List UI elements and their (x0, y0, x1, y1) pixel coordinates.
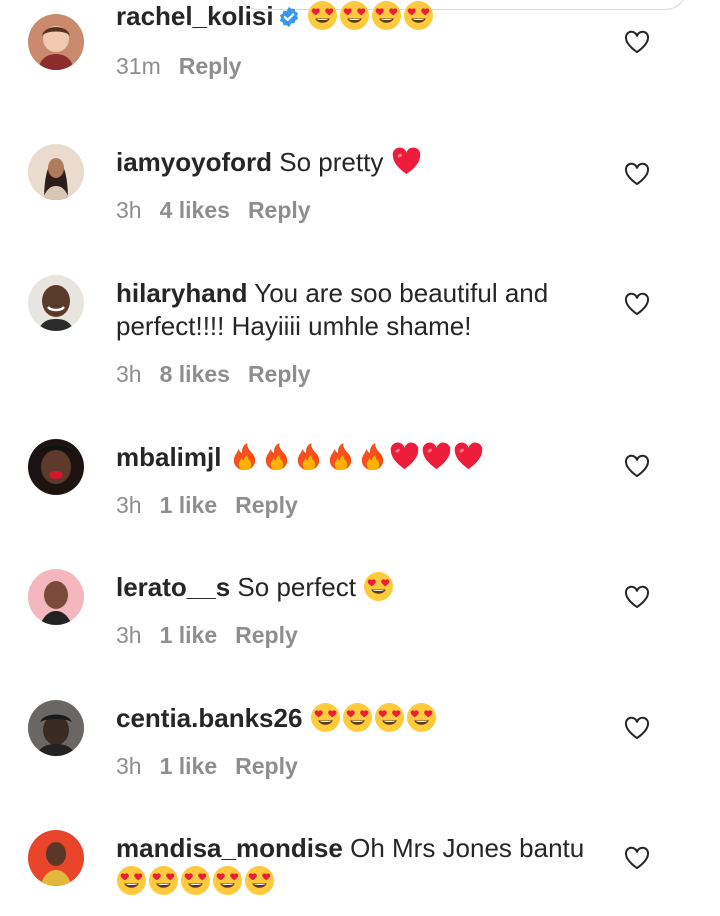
fire-emoji-icon (261, 441, 292, 472)
reply-button[interactable]: Reply (235, 622, 298, 648)
red-heart-emoji-icon (453, 441, 484, 472)
comment-username[interactable]: mandisa_mondise (116, 833, 343, 863)
like-heart-icon[interactable] (624, 585, 650, 609)
fire-emoji-icon (293, 441, 324, 472)
comments-page: rachel_kolisi 31m Reply iamyoyoford So pr… (0, 0, 720, 916)
heart-eyes-emoji-icon (310, 702, 341, 733)
comment-time: 31m (116, 53, 161, 79)
comment-username[interactable]: hilaryhand (116, 278, 247, 308)
comment-username[interactable]: rachel_kolisi (116, 1, 274, 31)
avatar[interactable] (28, 569, 84, 625)
likes-count[interactable]: 8 likes (160, 361, 230, 387)
heart-eyes-emoji-icon (374, 702, 405, 733)
comment-time: 3h (116, 622, 142, 648)
heart-eyes-emoji-icon (363, 571, 394, 602)
avatar[interactable] (28, 275, 84, 331)
reply-button[interactable]: Reply (179, 53, 242, 79)
emoji-row (229, 442, 485, 472)
comment-text: So perfect (237, 572, 356, 602)
heart-eyes-emoji-icon (148, 865, 179, 896)
comment-time: 3h (116, 361, 142, 387)
heart-eyes-emoji-icon (180, 865, 211, 896)
red-heart-emoji-icon (421, 441, 452, 472)
emoji-row (363, 571, 395, 602)
heart-eyes-emoji-icon (307, 0, 338, 31)
comment-text: So pretty (279, 147, 384, 177)
comment-time: 3h (116, 197, 142, 223)
heart-eyes-emoji-icon (116, 865, 147, 896)
heart-eyes-emoji-icon (406, 702, 437, 733)
reply-button[interactable]: Reply (235, 492, 298, 518)
emoji-row (310, 702, 438, 733)
comment-time: 3h (116, 753, 142, 779)
comment-username[interactable]: iamyoyoford (116, 147, 272, 177)
comment-username[interactable]: lerato__s (116, 572, 230, 602)
emoji-row (116, 865, 276, 896)
likes-count[interactable]: 1 like (160, 492, 218, 518)
red-heart-emoji-icon (389, 441, 420, 472)
avatar[interactable] (28, 700, 84, 756)
like-heart-icon[interactable] (624, 292, 650, 316)
likes-count[interactable]: 1 like (160, 753, 218, 779)
avatar[interactable] (28, 830, 84, 886)
fire-emoji-icon (357, 441, 388, 472)
like-heart-icon[interactable] (624, 716, 650, 740)
like-heart-icon[interactable] (624, 846, 650, 870)
avatar[interactable] (28, 14, 84, 70)
likes-count[interactable]: 1 like (160, 622, 218, 648)
likes-count[interactable]: 4 likes (160, 197, 230, 223)
comment-username[interactable]: centia.banks26 (116, 703, 302, 733)
heart-eyes-emoji-icon (403, 0, 434, 31)
emoji-row (391, 147, 423, 177)
fire-emoji-icon (229, 441, 260, 472)
verified-badge-icon (279, 6, 298, 28)
heart-eyes-emoji-icon (342, 702, 373, 733)
heart-eyes-emoji-icon (371, 0, 402, 31)
avatar[interactable] (28, 144, 84, 200)
fire-emoji-icon (325, 441, 356, 472)
avatar[interactable] (28, 439, 84, 495)
heart-eyes-emoji-icon (244, 865, 275, 896)
heart-eyes-emoji-icon (339, 0, 370, 31)
reply-button[interactable]: Reply (248, 361, 311, 387)
comment-username[interactable]: mbalimjl (116, 442, 221, 472)
red-heart-emoji-icon (391, 146, 422, 177)
reply-button[interactable]: Reply (248, 197, 311, 223)
emoji-row (307, 0, 435, 31)
like-heart-icon[interactable] (624, 30, 650, 54)
comment-text: Oh Mrs Jones bantu (350, 833, 585, 863)
like-heart-icon[interactable] (624, 162, 650, 186)
like-heart-icon[interactable] (624, 454, 650, 478)
reply-button[interactable]: Reply (235, 753, 298, 779)
comment-time: 3h (116, 492, 142, 518)
heart-eyes-emoji-icon (212, 865, 243, 896)
